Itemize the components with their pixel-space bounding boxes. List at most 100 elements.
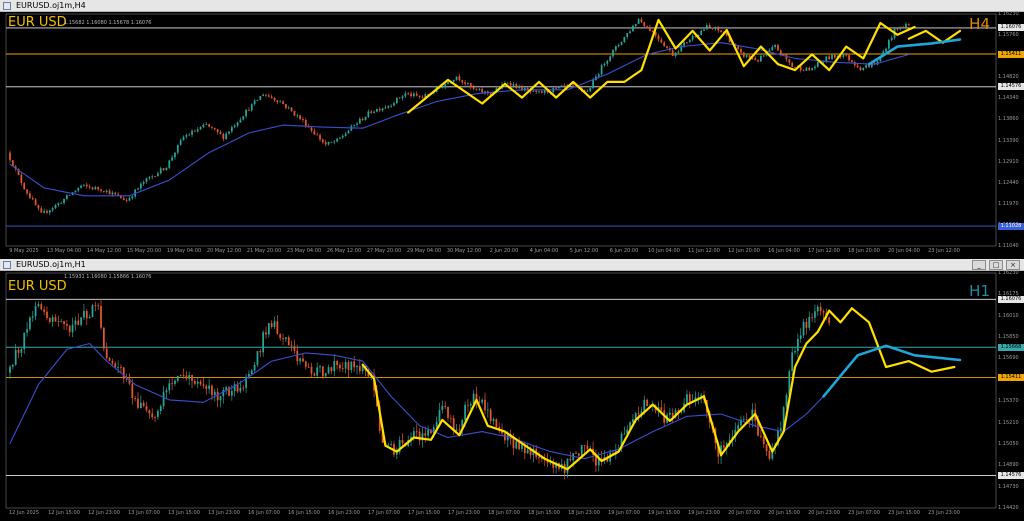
- candle: [9, 364, 11, 379]
- candle: [862, 67, 865, 71]
- candle: [686, 41, 688, 45]
- candle: [279, 333, 282, 341]
- candle: [708, 23, 711, 28]
- candle: [307, 123, 310, 128]
- candle: [623, 426, 626, 436]
- candle: [319, 133, 321, 142]
- candle: [671, 48, 674, 57]
- candle: [623, 36, 626, 43]
- candle: [273, 316, 276, 329]
- close-button[interactable]: ×: [1006, 260, 1020, 270]
- time-axis-label: 16 Jun 23:00: [328, 510, 360, 516]
- candle: [819, 302, 822, 316]
- candle: [74, 190, 77, 193]
- candle: [816, 304, 819, 316]
- candle: [851, 60, 853, 63]
- candle: [91, 186, 94, 191]
- time-axis-label: 17 Jun 23:00: [448, 510, 480, 516]
- candle: [68, 324, 71, 337]
- h1-symbol-label: EUR USD: [8, 279, 67, 294]
- h4-window-titlebar[interactable]: EURUSD.oj1m,H4: [0, 0, 1024, 12]
- time-axis-label: 4 Jun 04:00: [529, 248, 559, 254]
- candle: [504, 432, 506, 444]
- price-axis-label: 1.14340: [998, 95, 1019, 102]
- candle: [825, 56, 828, 64]
- candle: [771, 45, 774, 51]
- candle: [341, 134, 344, 140]
- candle: [614, 443, 617, 460]
- candle: [242, 384, 245, 392]
- candle: [230, 125, 233, 134]
- candle: [145, 177, 148, 184]
- candle: [589, 86, 592, 93]
- h1-chart-window[interactable]: EURUSD.oj1m,H1 _ □ × EUR USD 1.15931 1.1…: [0, 259, 1024, 521]
- candle: [307, 363, 310, 368]
- minimize-button[interactable]: _: [972, 260, 986, 270]
- candle: [765, 443, 768, 456]
- candle: [413, 91, 415, 98]
- candle: [296, 113, 299, 118]
- candle: [205, 384, 208, 395]
- candle: [361, 117, 364, 122]
- moving-average-line: [9, 42, 910, 197]
- candle: [100, 188, 102, 193]
- candle: [330, 366, 333, 375]
- candle: [108, 188, 111, 195]
- candle: [489, 407, 492, 425]
- h4-chart-window[interactable]: EURUSD.oj1m,H4 EUR USD 1.15682 1.16080 1…: [0, 0, 1024, 259]
- candle: [68, 194, 71, 196]
- candle: [285, 103, 287, 110]
- h1-window-titlebar[interactable]: EURUSD.oj1m,H1 _ □ ×: [0, 259, 1024, 271]
- candle: [705, 23, 708, 30]
- time-axis-label: 20 May 12:00: [206, 248, 242, 254]
- candle: [97, 186, 100, 192]
- candle: [208, 378, 210, 394]
- time-axis-label: 17 Jun 15:00: [408, 510, 440, 516]
- price-axis-label: 1.15690: [998, 355, 1019, 362]
- candle: [213, 388, 216, 402]
- time-axis-label: 26 May 12:00: [326, 248, 362, 254]
- candle: [666, 45, 668, 50]
- candle: [34, 198, 37, 206]
- candle: [808, 66, 811, 72]
- candle: [270, 94, 273, 99]
- candle: [282, 99, 284, 105]
- candle: [890, 35, 893, 42]
- candle: [168, 379, 171, 395]
- candle: [762, 435, 765, 449]
- candle: [614, 45, 617, 53]
- candle: [646, 398, 649, 407]
- candle: [290, 340, 293, 352]
- candle: [321, 366, 324, 379]
- candle: [390, 440, 393, 447]
- candle: [321, 138, 324, 145]
- candle: [762, 55, 765, 58]
- time-axis-label: 16 Jun 07:00: [248, 510, 280, 516]
- candle: [316, 132, 319, 136]
- time-axis-label: 17 Jun 07:00: [368, 510, 400, 516]
- key-level-price-tag: 1.14576: [998, 472, 1024, 480]
- candle: [381, 107, 384, 113]
- candle: [225, 131, 228, 140]
- candle: [248, 107, 250, 112]
- candle: [606, 59, 609, 67]
- maximize-button[interactable]: □: [989, 260, 1003, 270]
- candle: [196, 377, 199, 389]
- candle: [270, 320, 273, 329]
- candle: [632, 24, 634, 32]
- candle: [814, 64, 816, 71]
- candle: [811, 313, 813, 323]
- candle: [558, 462, 560, 472]
- candle: [364, 116, 367, 121]
- candle: [805, 318, 808, 335]
- h4-price-chart[interactable]: [0, 12, 1024, 259]
- time-axis-label: 15 May 20:00: [126, 248, 162, 254]
- candle: [48, 209, 51, 216]
- candle: [560, 84, 563, 88]
- candle: [60, 201, 63, 204]
- candle: [287, 105, 290, 110]
- candle: [896, 28, 899, 32]
- time-axis-label: 12 Jun 23:00: [88, 510, 120, 516]
- h1-price-chart[interactable]: [0, 271, 1024, 521]
- candle: [580, 445, 583, 456]
